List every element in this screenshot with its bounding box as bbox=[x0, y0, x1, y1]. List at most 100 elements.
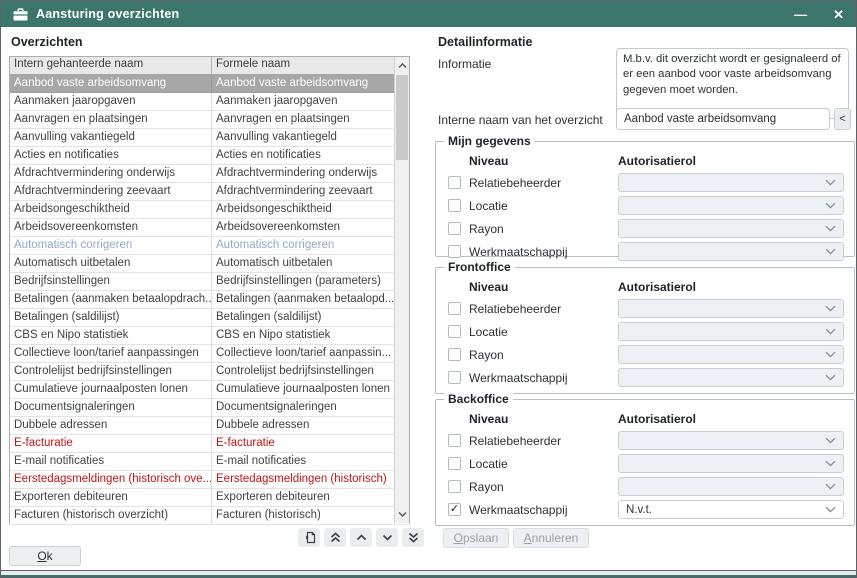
dropdown-locatie[interactable] bbox=[618, 322, 844, 341]
checkbox-relatiebeheerder[interactable] bbox=[448, 176, 461, 189]
table-header: Intern gehanteerde naam Formele naam bbox=[10, 57, 409, 75]
dropdown-rayon[interactable] bbox=[618, 477, 844, 496]
table-row[interactable]: Afdrachtvermindering onderwijsAfdrachtve… bbox=[10, 165, 409, 183]
table-row[interactable]: CBS en Nipo statistiekCBS en Nipo statis… bbox=[10, 327, 409, 345]
checkbox-locatie[interactable] bbox=[448, 325, 461, 338]
dropdown-value: N.v.t. bbox=[626, 504, 825, 516]
dropdown-werkmaatschappij[interactable] bbox=[618, 368, 844, 387]
checkbox-locatie[interactable] bbox=[448, 199, 461, 212]
table-row[interactable]: Aanvulling vakantiegeldAanvulling vakant… bbox=[10, 129, 409, 147]
table-row[interactable]: Automatisch corrigerenAutomatisch corrig… bbox=[10, 237, 409, 255]
annuleren-button[interactable]: Annuleren bbox=[513, 528, 589, 548]
close-button[interactable]: ✕ bbox=[833, 8, 844, 21]
scrollbar-thumb[interactable] bbox=[396, 75, 408, 160]
last-button[interactable] bbox=[402, 528, 424, 547]
informatie-label: Informatie bbox=[438, 57, 491, 71]
checkbox-label: Locatie bbox=[469, 325, 508, 339]
checkbox-rayon[interactable] bbox=[448, 222, 461, 235]
minimize-button[interactable]: — bbox=[794, 8, 807, 21]
table-row[interactable]: Aanbod vaste arbeidsomvangAanbod vaste a… bbox=[10, 75, 409, 93]
cell-formele-naam: Dubbele adressen bbox=[212, 417, 409, 434]
dropdown-rayon[interactable] bbox=[618, 219, 844, 238]
cell-intern-naam: Betalingen (aanmaken betaalopdrach... bbox=[10, 291, 212, 308]
dropdown-rayon[interactable] bbox=[618, 345, 844, 364]
cell-formele-naam: Aanvragen en plaatsingen bbox=[212, 111, 409, 128]
goto-record-button[interactable] bbox=[298, 528, 320, 547]
cell-formele-naam: Controlelijst bedrijfsinstellingen bbox=[212, 363, 409, 380]
checkbox-label: Relatiebeheerder bbox=[469, 434, 561, 448]
column-header-intern[interactable]: Intern gehanteerde naam bbox=[10, 57, 212, 74]
dropdown-relatiebeheerder[interactable] bbox=[618, 173, 844, 192]
table-row[interactable]: Aanmaken jaaropgavenAanmaken jaaropgaven bbox=[10, 93, 409, 111]
table-row[interactable]: Collectieve loon/tarief aanpassingenColl… bbox=[10, 345, 409, 363]
ok-button[interactable]: Ok bbox=[9, 546, 81, 566]
interne-naam-input[interactable] bbox=[616, 108, 830, 130]
column-header-formeel[interactable]: Formele naam bbox=[212, 57, 409, 74]
scroll-up-icon[interactable] bbox=[395, 58, 409, 74]
chevron-down-icon bbox=[825, 460, 836, 467]
cell-intern-naam: Facturen (historisch overzicht) bbox=[10, 507, 212, 524]
cell-intern-naam: Arbeidsongeschiktheid bbox=[10, 201, 212, 218]
cell-formele-naam: Exporteren debiteuren bbox=[212, 489, 409, 506]
table-row[interactable]: Acties en notificatiesActies en notifica… bbox=[10, 147, 409, 165]
group-row: Relatiebeheerder bbox=[448, 429, 844, 452]
cell-intern-naam: E-facturatie bbox=[10, 435, 212, 452]
group-title: Backoffice bbox=[444, 392, 513, 406]
table-row[interactable]: Controlelijst bedrijfsinstellingenContro… bbox=[10, 363, 409, 381]
table-row[interactable]: Dubbele adressenDubbele adressen bbox=[10, 417, 409, 435]
table-row[interactable]: Automatisch uitbetalenAutomatisch uitbet… bbox=[10, 255, 409, 273]
checkbox-relatiebeheerder[interactable] bbox=[448, 302, 461, 315]
checkbox-label: Rayon bbox=[469, 222, 504, 236]
checkbox-relatiebeheerder[interactable] bbox=[448, 434, 461, 447]
chevron-down-icon bbox=[825, 506, 836, 513]
cell-formele-naam: Afdrachtvermindering onderwijs bbox=[212, 165, 409, 182]
table-row[interactable]: Cumulatieve journaalposten lonenCumulati… bbox=[10, 381, 409, 399]
chevron-down-icon bbox=[825, 225, 836, 232]
lookup-button[interactable]: < bbox=[834, 108, 851, 130]
dropdown-relatiebeheerder[interactable] bbox=[618, 431, 844, 450]
dropdown-locatie[interactable] bbox=[618, 196, 844, 215]
table-row[interactable]: ArbeidsovereenkomstenArbeidsovereenkomst… bbox=[10, 219, 409, 237]
chevron-down-icon bbox=[825, 179, 836, 186]
niveau-header: Niveau bbox=[448, 412, 618, 426]
checkbox-werkmaatschappij[interactable] bbox=[448, 245, 461, 258]
checkbox-locatie[interactable] bbox=[448, 457, 461, 470]
table-row[interactable]: Betalingen (saldilijst)Betalingen (saldi… bbox=[10, 309, 409, 327]
table-row[interactable]: Facturen (historisch overzicht)Facturen … bbox=[10, 507, 409, 525]
briefcase-icon bbox=[13, 8, 28, 21]
table-row[interactable]: ArbeidsongeschiktheidArbeidsongeschikthe… bbox=[10, 201, 409, 219]
checkbox-label: Relatiebeheerder bbox=[469, 176, 561, 190]
table-row[interactable]: E-mail notificatiesE-mail notificaties bbox=[10, 453, 409, 471]
vertical-scrollbar[interactable] bbox=[394, 57, 409, 523]
table-row[interactable]: Exporteren debiteurenExporteren debiteur… bbox=[10, 489, 409, 507]
opslaan-button[interactable]: Opslaan bbox=[443, 528, 509, 548]
chevron-down-icon bbox=[825, 202, 836, 209]
cell-formele-naam: E-facturatie bbox=[212, 435, 409, 452]
cell-intern-naam: Bedrijfsinstellingen bbox=[10, 273, 212, 290]
table-row[interactable]: Aanvragen en plaatsingenAanvragen en pla… bbox=[10, 111, 409, 129]
dropdown-werkmaatschappij[interactable]: N.v.t. bbox=[618, 500, 844, 519]
checkbox-label: Werkmaatschappij bbox=[469, 371, 567, 385]
window-title: Aansturing overzichten bbox=[36, 7, 179, 21]
checkbox-rayon[interactable] bbox=[448, 480, 461, 493]
title-bar: Aansturing overzichten — ✕ bbox=[1, 1, 856, 27]
table-row[interactable]: Eerstedagsmeldingen (historisch ove...Ee… bbox=[10, 471, 409, 489]
table-row[interactable]: DocumentsignaleringenDocumentsignalering… bbox=[10, 399, 409, 417]
overzichten-heading: Overzichten bbox=[11, 35, 83, 49]
table-row[interactable]: E-facturatieE-facturatie bbox=[10, 435, 409, 453]
next-button[interactable] bbox=[376, 528, 398, 547]
group-backoffice: BackofficeNiveauAutorisatierolRelatiebeh… bbox=[435, 399, 855, 526]
checkbox-werkmaatschappij[interactable] bbox=[448, 371, 461, 384]
dropdown-locatie[interactable] bbox=[618, 454, 844, 473]
previous-button[interactable] bbox=[350, 528, 372, 547]
dropdown-werkmaatschappij[interactable] bbox=[618, 242, 844, 261]
table-row[interactable]: Afdrachtvermindering zeevaartAfdrachtver… bbox=[10, 183, 409, 201]
scroll-down-icon[interactable] bbox=[395, 506, 409, 522]
checkbox-werkmaatschappij[interactable]: ✓ bbox=[448, 503, 461, 516]
checkbox-rayon[interactable] bbox=[448, 348, 461, 361]
first-button[interactable] bbox=[324, 528, 346, 547]
dropdown-relatiebeheerder[interactable] bbox=[618, 299, 844, 318]
cell-intern-naam: Automatisch uitbetalen bbox=[10, 255, 212, 272]
table-row[interactable]: Betalingen (aanmaken betaalopdrach...Bet… bbox=[10, 291, 409, 309]
table-row[interactable]: BedrijfsinstellingenBedrijfsinstellingen… bbox=[10, 273, 409, 291]
